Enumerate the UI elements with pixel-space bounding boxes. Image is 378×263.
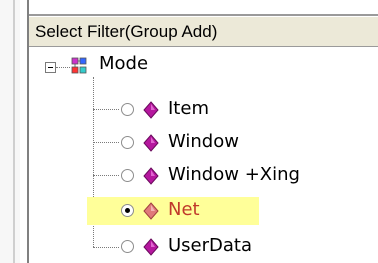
magenta-gem-icon [143,167,159,185]
panel-top-border [29,14,378,16]
tree-item-label: Item [168,98,209,119]
tree-item-label: Window [168,131,239,152]
tree-item-label: Window +Xing [168,164,300,185]
tree-item-userdata[interactable]: UserData [29,231,378,261]
tree-item-label: Net [168,199,200,220]
magenta-gem-icon [143,101,159,119]
collapse-toggle-icon[interactable] [45,62,56,73]
radio-window-xing[interactable] [121,169,134,182]
filter-tree[interactable]: Mode Item Window Window +Xing Net UserDa… [29,47,378,263]
radio-window[interactable] [121,136,134,149]
radio-net[interactable] [121,204,134,217]
grouped-nodes-icon [71,57,87,74]
radio-userdata[interactable] [121,240,134,253]
tree-item-label: UserData [168,235,253,256]
left-gutter [0,0,20,263]
magenta-gem-icon [143,238,159,256]
tree-root-label[interactable]: Mode [99,53,148,74]
gutter-divider [13,0,15,263]
magenta-gem-icon [143,202,159,220]
tree-item-item[interactable]: Item [29,94,378,124]
radio-item[interactable] [121,103,134,116]
magenta-gem-icon [143,134,159,152]
tree-item-window[interactable]: Window [29,127,378,157]
filter-panel: Select Filter(Group Add) Mode Item Windo… [27,0,378,263]
tree-connector-root [56,67,70,68]
panel-header: Select Filter(Group Add) [29,17,378,47]
tree-item-net[interactable]: Net [29,195,378,225]
filter-window: Select Filter(Group Add) Mode Item Windo… [0,0,378,263]
tree-item-window-xing[interactable]: Window +Xing [29,160,378,190]
